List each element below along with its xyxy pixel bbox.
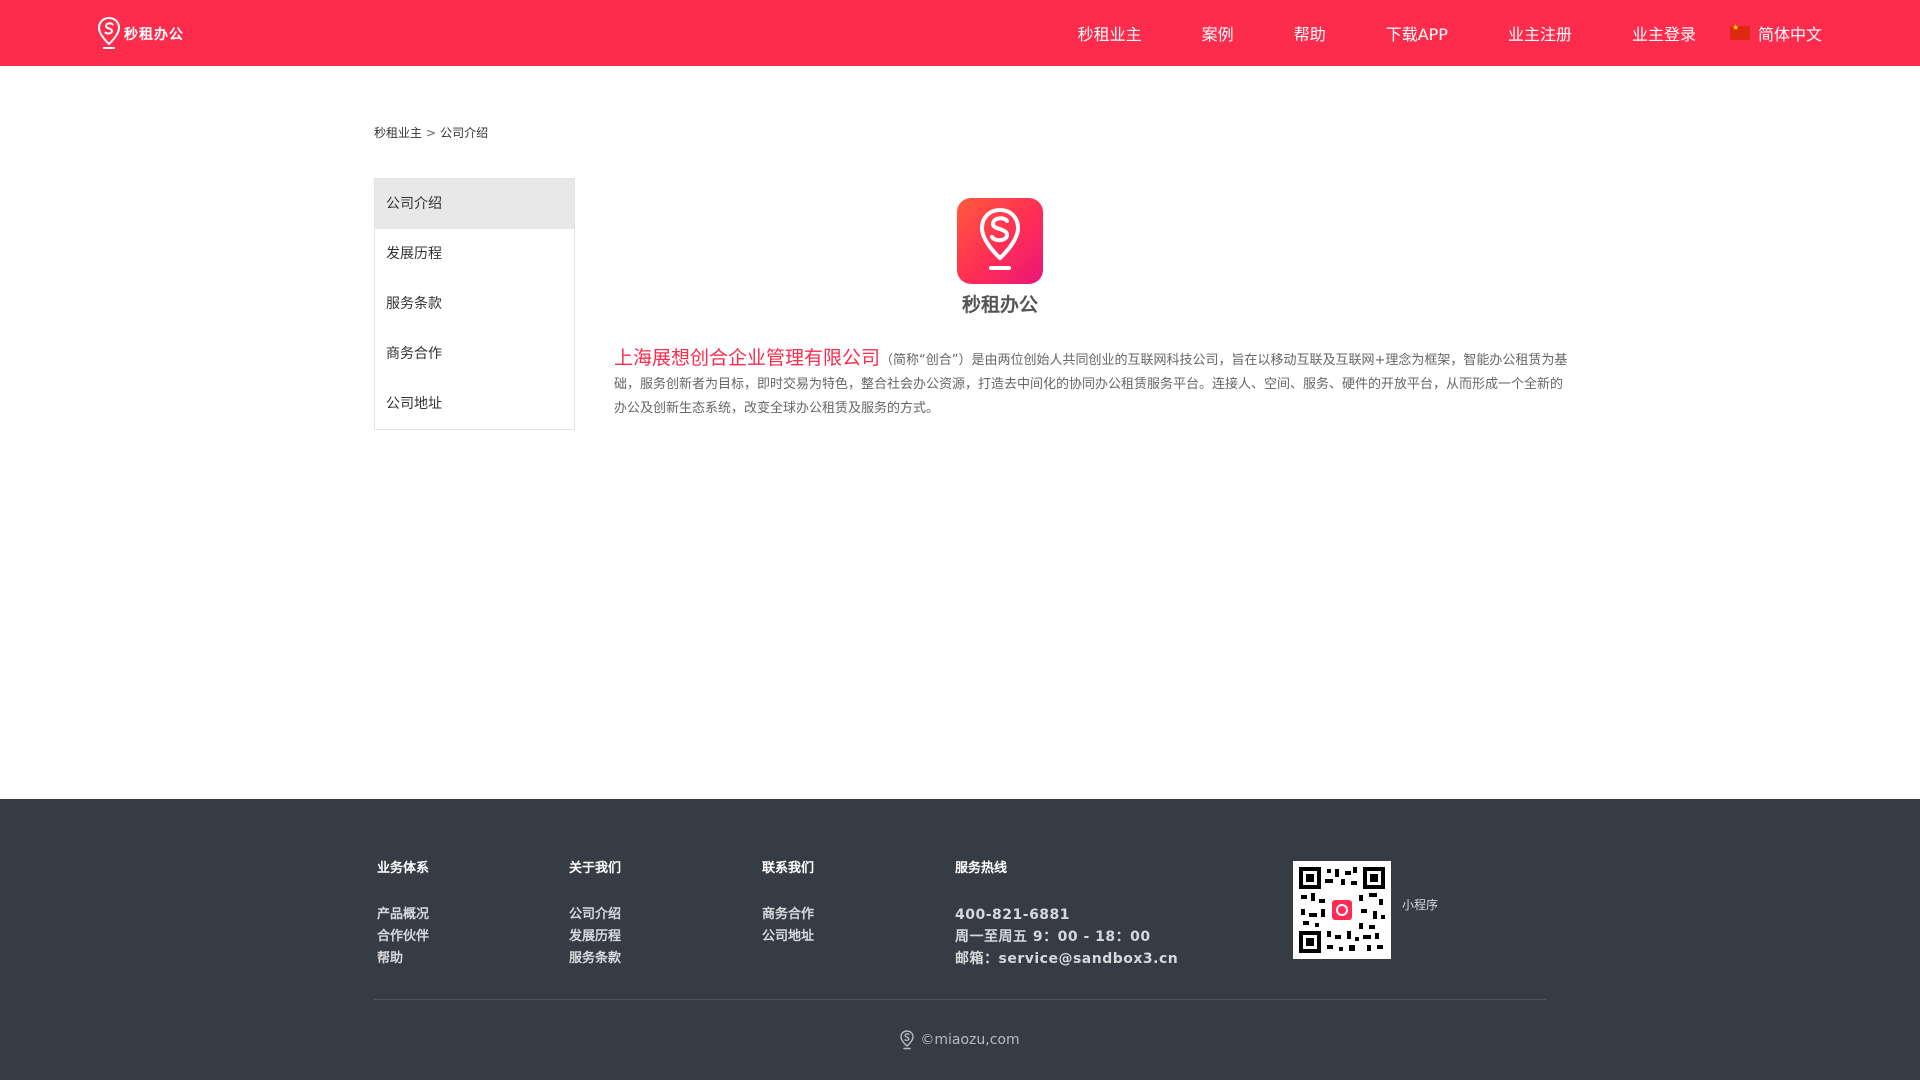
footer-link-terms[interactable]: 服务条款 <box>569 948 621 970</box>
footer-divider <box>374 999 1546 1000</box>
location-pin-icon <box>979 207 1021 270</box>
sidebar-item-terms[interactable]: 服务条款 <box>375 279 574 329</box>
nav-download-app[interactable]: 下载APP <box>1386 21 1448 45</box>
sidebar-item-business[interactable]: 商务合作 <box>375 329 574 379</box>
footer-col-title: 服务热线 <box>955 861 1008 876</box>
company-name: 上海展想创合企业管理有限公司 <box>614 347 881 369</box>
breadcrumb-root[interactable]: 秒租业主 <box>374 124 422 141</box>
sidebar-item-history[interactable]: 发展历程 <box>375 229 574 279</box>
mini-program-qr-code <box>1293 861 1391 959</box>
footer-link-overview[interactable]: 产品概况 <box>377 904 429 926</box>
footer-col-title: 关于我们 <box>569 861 622 876</box>
qr-code-icon <box>1297 865 1387 955</box>
copyright-text: ©miaozu,com <box>920 1032 1020 1048</box>
chevron-right-icon: > <box>426 125 437 140</box>
footer-col-contact: 联系我们 商务合作 公司地址 <box>762 857 814 948</box>
footer-link-help[interactable]: 帮助 <box>377 948 429 970</box>
sidebar-item-company-intro[interactable]: 公司介绍 <box>375 179 574 229</box>
logo[interactable]: 秒租办公 <box>98 16 184 52</box>
main-nav: 秒租业主 案例 帮助 下载APP 业主注册 业主登录 简体中文 <box>1078 0 1822 66</box>
nav-cases[interactable]: 案例 <box>1202 21 1234 45</box>
breadcrumb: 秒租业主 > 公司介绍 <box>374 124 488 141</box>
footer-link-partners[interactable]: 合作伙伴 <box>377 926 429 948</box>
language-label: 简体中文 <box>1757 25 1822 44</box>
footer-col-title: 联系我们 <box>762 861 815 876</box>
footer-col-about: 关于我们 公司介绍 发展历程 服务条款 <box>569 857 621 970</box>
top-header: 秒租办公 秒租业主 案例 帮助 下载APP 业主注册 业主登录 简体中文 <box>0 0 1920 66</box>
footer-link-company-intro[interactable]: 公司介绍 <box>569 904 621 926</box>
location-pin-logo-icon <box>98 17 120 49</box>
qr-label: 小程序 <box>1402 898 1439 912</box>
logo-text: 秒租办公 <box>124 27 184 43</box>
nav-help[interactable]: 帮助 <box>1294 21 1326 45</box>
hotline-phone: 400-821-6881 <box>955 907 1071 923</box>
hotline-hours: 周一至周五 9：00 - 18：00 <box>955 929 1151 945</box>
footer-link-address[interactable]: 公司地址 <box>762 926 814 948</box>
footer-col-hotline: 服务热线 400-821-6881 周一至周五 9：00 - 18：00 邮箱：… <box>955 857 1178 970</box>
company-intro: 上海展想创合企业管理有限公司（简称“创合”）是由两位创始人共同创业的互联网科技公… <box>614 346 1570 421</box>
footer-link-business[interactable]: 商务合作 <box>762 904 814 926</box>
sidebar: 公司介绍 发展历程 服务条款 商务合作 公司地址 <box>374 178 575 430</box>
footer-link-history[interactable]: 发展历程 <box>569 926 621 948</box>
footer-col-title: 业务体系 <box>377 861 430 876</box>
nav-owner-register[interactable]: 业主注册 <box>1508 21 1572 45</box>
footer-col-business: 业务体系 产品概况 合作伙伴 帮助 <box>377 857 429 970</box>
china-flag-icon <box>1729 23 1750 40</box>
language-selector[interactable]: 简体中文 <box>1729 21 1822 45</box>
sidebar-item-address[interactable]: 公司地址 <box>375 379 574 429</box>
nav-owner[interactable]: 秒租业主 <box>1078 21 1142 45</box>
app-logo <box>957 198 1043 284</box>
hotline-email[interactable]: 邮箱：service@sandbox3.cn <box>955 948 1178 970</box>
copyright: ©miaozu,com <box>0 1030 1920 1050</box>
nav-owner-login[interactable]: 业主登录 <box>1632 21 1696 45</box>
breadcrumb-current: 公司介绍 <box>440 126 489 140</box>
location-pin-icon <box>900 1030 915 1050</box>
app-name: 秒租办公 <box>961 294 1038 316</box>
